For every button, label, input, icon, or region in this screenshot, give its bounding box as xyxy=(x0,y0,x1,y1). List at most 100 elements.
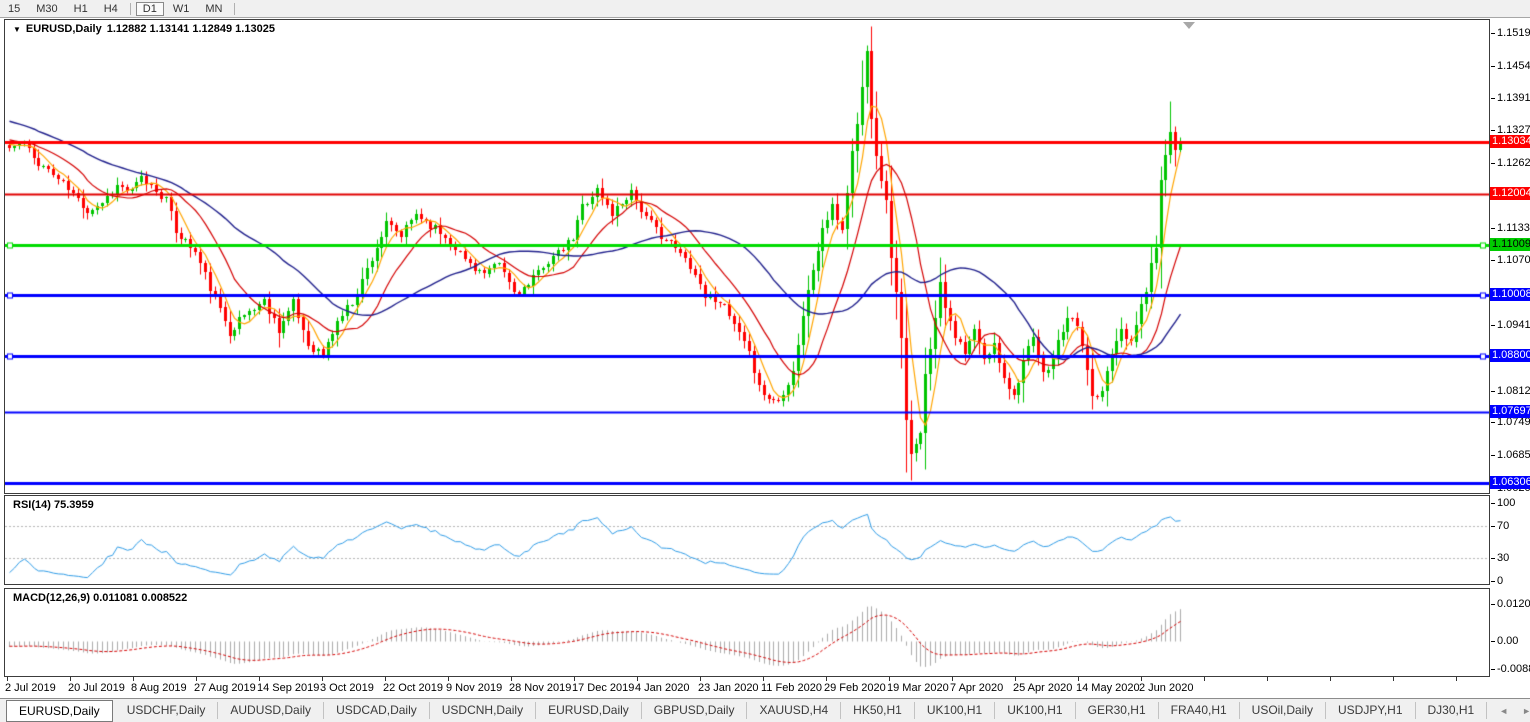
period-button-h4[interactable]: H4 xyxy=(97,2,125,16)
tab-scroll-left-icon[interactable]: ◄ xyxy=(1499,706,1508,716)
date-tick-label: 9 Nov 2019 xyxy=(446,682,502,694)
price-chart-panel: ▼ EURUSD,Daily 1.12882 1.13141 1.12849 1… xyxy=(4,19,1490,494)
period-button-m30[interactable]: M30 xyxy=(29,2,64,16)
date-tick-label: 27 Aug 2019 xyxy=(194,682,256,694)
chart-tab-dj30-h1[interactable]: DJ30,H1 xyxy=(1416,702,1488,719)
date-tick-label: 25 Apr 2020 xyxy=(1013,682,1072,694)
chart-symbol-label: EURUSD,Daily xyxy=(26,23,102,35)
date-tick-label: 22 Oct 2019 xyxy=(383,682,443,694)
date-tick xyxy=(1267,677,1268,681)
price-line-badge: 1.13034 xyxy=(1490,135,1530,148)
date-tick xyxy=(70,677,71,681)
price-line-badge: 1.11009 xyxy=(1490,238,1530,251)
rsi-label: RSI(14) 75.3959 xyxy=(13,499,94,511)
chart-tab-eurusd-daily[interactable]: EURUSD,Daily xyxy=(536,702,642,719)
date-tick xyxy=(1015,677,1016,681)
macd-axis-label: -0.008883 xyxy=(1497,663,1530,675)
date-axis[interactable]: 2 Jul 2019 20 Jul 2019 8 Aug 2019 27 Aug 20… xyxy=(0,677,1490,698)
rsi-axis-label: 70 xyxy=(1497,520,1509,532)
price-tick-label: 1.12625 xyxy=(1497,157,1530,169)
date-tick xyxy=(889,677,890,681)
date-tick xyxy=(763,677,764,681)
chart-tab-ger30-h1[interactable]: GER30,H1 xyxy=(1076,702,1159,719)
date-tick xyxy=(1456,677,1457,681)
date-tick-label: 28 Nov 2019 xyxy=(509,682,571,694)
macd-axis-label: 0.012031 xyxy=(1497,598,1530,610)
chart-tab-usdcnh-daily[interactable]: USDCNH,Daily xyxy=(430,702,536,719)
macd-indicator-panel: MACD(12,26,9) 0.011081 0.008522 xyxy=(4,588,1490,677)
rsi-axis-label: 0 xyxy=(1497,575,1503,587)
chart-tab-eurusd-daily[interactable]: EURUSD,Daily xyxy=(6,700,113,722)
macd-axis-label: 0.00 xyxy=(1497,635,1518,647)
date-tick-label: 4 Jan 2020 xyxy=(635,682,689,694)
date-tick xyxy=(637,677,638,681)
price-line-badge: 1.12004 xyxy=(1490,187,1530,200)
date-tick-label: 2 Jun 2020 xyxy=(1139,682,1193,694)
date-tick-label: 2 Jul 2019 xyxy=(5,682,56,694)
date-tick xyxy=(385,677,386,681)
rsi-axis-label: 100 xyxy=(1497,497,1515,509)
date-tick xyxy=(511,677,512,681)
chart-tab-audusd-daily[interactable]: AUDUSD,Daily xyxy=(218,702,324,719)
symbol-dropdown-icon[interactable]: ▼ xyxy=(13,25,21,34)
chart-tab-usdchf-daily[interactable]: USDCHF,Daily xyxy=(115,702,219,719)
date-tick xyxy=(826,677,827,681)
date-tick-label: 7 Apr 2020 xyxy=(950,682,1003,694)
chart-tab-xauusd-h4[interactable]: XAUUSD,H4 xyxy=(747,702,841,719)
rsi-chart-canvas[interactable] xyxy=(5,496,1489,584)
price-axis[interactable]: 1.151901.145451.139151.132701.126251.113… xyxy=(1490,19,1530,677)
date-tick-label: 8 Aug 2019 xyxy=(131,682,187,694)
chart-tab-bar: EURUSD,DailyUSDCHF,DailyAUDUSD,DailyUSDC… xyxy=(0,698,1530,722)
date-tick-label: 14 May 2020 xyxy=(1076,682,1140,694)
period-toolbar: 15M30H1H4 D1W1MN xyxy=(0,0,1530,18)
price-tick-label: 1.11335 xyxy=(1497,222,1530,234)
date-tick-label: 23 Jan 2020 xyxy=(698,682,759,694)
period-button-w1[interactable]: W1 xyxy=(166,2,197,16)
period-button-d1[interactable]: D1 xyxy=(136,2,164,16)
price-tick-label: 1.06850 xyxy=(1497,449,1530,461)
chart-tab-usoil-daily[interactable]: USOil,Daily xyxy=(1240,702,1326,719)
price-line-badge: 1.07697 xyxy=(1490,405,1530,418)
toolbar-separator xyxy=(234,3,235,15)
date-tick xyxy=(133,677,134,681)
chart-tab-gbpusd-daily[interactable]: GBPUSD,Daily xyxy=(642,702,748,719)
price-tick-label: 1.09415 xyxy=(1497,319,1530,331)
price-tick-label: 1.15190 xyxy=(1497,27,1530,39)
chart-tab-usdjpy-h1[interactable]: USDJPY,H1 xyxy=(1326,702,1415,719)
price-tick-label: 1.08125 xyxy=(1497,385,1530,397)
right-shift-marker-icon[interactable] xyxy=(1183,22,1195,29)
period-button-mn[interactable]: MN xyxy=(198,2,229,16)
date-tick-label: 11 Feb 2020 xyxy=(761,682,822,694)
date-tick xyxy=(574,677,575,681)
date-tick xyxy=(1330,677,1331,681)
price-chart-canvas[interactable] xyxy=(5,20,1489,493)
date-tick xyxy=(7,677,8,681)
chart-tab-usdcad-daily[interactable]: USDCAD,Daily xyxy=(324,702,430,719)
tab-scroll-right-icon[interactable]: ► xyxy=(1522,706,1530,716)
chart-tab-uk100-h1[interactable]: UK100,H1 xyxy=(995,702,1075,719)
price-line-badge: 1.10008 xyxy=(1490,288,1530,301)
date-tick xyxy=(322,677,323,681)
chart-tab-fra40-h1[interactable]: FRA40,H1 xyxy=(1159,702,1240,719)
date-tick xyxy=(259,677,260,681)
price-line-badge: 1.06306 xyxy=(1490,476,1530,489)
chart-tab-hk50-h1[interactable]: HK50,H1 xyxy=(841,702,915,719)
price-tick-label: 1.14545 xyxy=(1497,60,1530,72)
price-tick-label: 1.07495 xyxy=(1497,416,1530,428)
date-tick xyxy=(1141,677,1142,681)
date-tick xyxy=(448,677,449,681)
mt4-chart-window: 15M30H1H4 D1W1MN ▼ EURUSD,Daily 1.12882 1… xyxy=(0,0,1530,722)
tab-scroll-buttons: ◄► xyxy=(1487,706,1530,716)
chart-title: ▼ EURUSD,Daily 1.12882 1.13141 1.12849 1… xyxy=(13,23,275,35)
date-tick-label: 20 Jul 2019 xyxy=(68,682,125,694)
date-tick xyxy=(196,677,197,681)
rsi-indicator-panel: RSI(14) 75.3959 xyxy=(4,495,1490,585)
period-button-h1[interactable]: H1 xyxy=(67,2,95,16)
period-button-15[interactable]: 15 xyxy=(1,2,27,16)
chart-tab-uk100-h1[interactable]: UK100,H1 xyxy=(915,702,995,719)
date-tick-label: 14 Sep 2019 xyxy=(257,682,319,694)
price-line-badge: 1.08800 xyxy=(1490,349,1530,362)
macd-chart-canvas[interactable] xyxy=(5,589,1489,676)
toolbar-separator xyxy=(130,3,131,15)
date-tick-label: 3 Oct 2019 xyxy=(320,682,374,694)
